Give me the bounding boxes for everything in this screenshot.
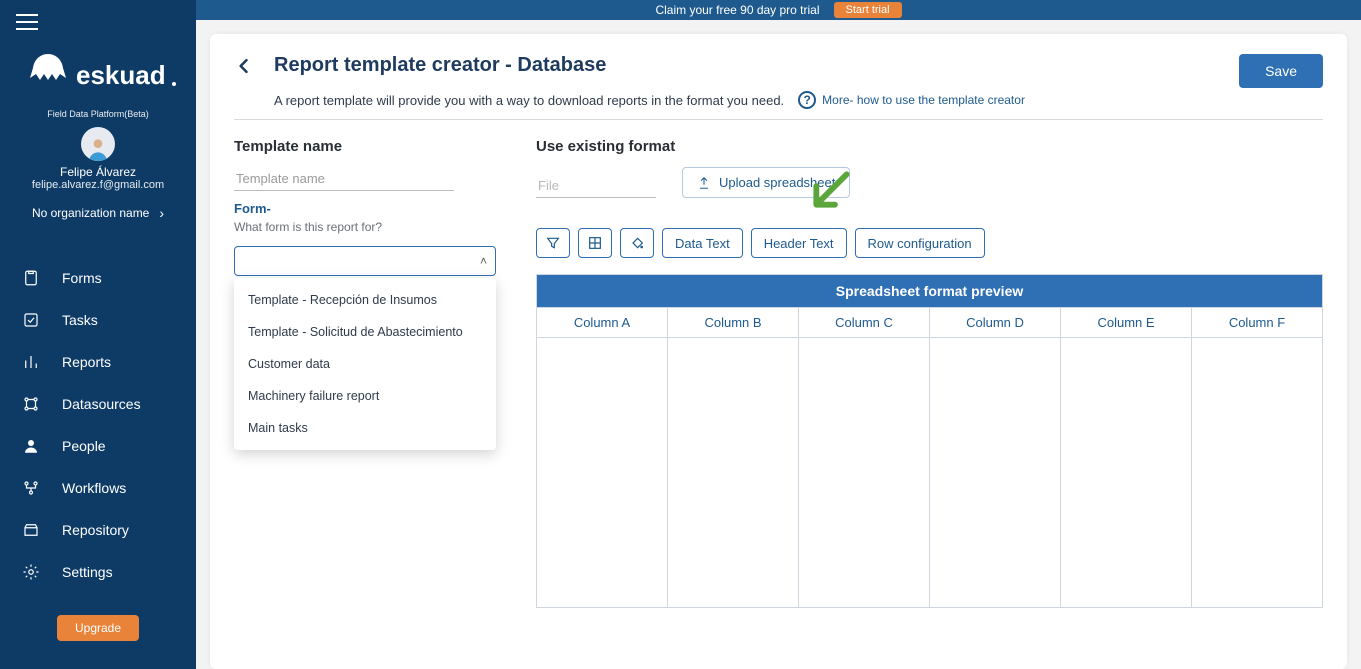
checkbox-icon bbox=[22, 311, 40, 329]
chevron-up-icon: ˄ bbox=[480, 254, 487, 268]
user-name: Felipe Álvarez bbox=[10, 165, 186, 179]
sidebar-item-workflows[interactable]: Workflows bbox=[0, 467, 196, 509]
preview-title: Spreadsheet format preview bbox=[537, 275, 1322, 307]
toolbar: Data Text Header Text Row configuration bbox=[536, 228, 1323, 258]
column-header[interactable]: Column A bbox=[537, 308, 668, 337]
help-link[interactable]: ? More- how to use the template creator bbox=[798, 91, 1025, 109]
combo-option[interactable]: Customer data bbox=[234, 348, 496, 380]
column-header[interactable]: Column C bbox=[799, 308, 930, 337]
sidebar-item-label: Datasources bbox=[62, 396, 141, 412]
sidebar-item-forms[interactable]: Forms bbox=[0, 257, 196, 299]
help-icon: ? bbox=[798, 91, 816, 109]
main: Claim your free 90 day pro trial Start t… bbox=[196, 0, 1361, 669]
logo-icon: eskuad bbox=[18, 46, 178, 106]
paint-bucket-icon bbox=[629, 235, 645, 251]
column-header[interactable]: Column F bbox=[1192, 308, 1322, 337]
filter-icon bbox=[545, 235, 561, 251]
grid-button[interactable] bbox=[578, 228, 612, 258]
menu-icon[interactable] bbox=[16, 14, 38, 30]
template-name-label: Template name bbox=[234, 138, 496, 155]
sidebar: eskuad Field Data Platform(Beta) Felipe … bbox=[0, 0, 196, 669]
org-switcher[interactable]: No organization name › bbox=[10, 205, 186, 221]
form-helper-text: What form is this report for? bbox=[234, 220, 496, 234]
column-header[interactable]: Column E bbox=[1061, 308, 1192, 337]
user-email: felipe.alvarez.f@gmail.com bbox=[10, 179, 186, 191]
data-text-button[interactable]: Data Text bbox=[662, 228, 743, 258]
divider bbox=[234, 119, 1323, 120]
upgrade-button[interactable]: Upgrade bbox=[57, 615, 139, 641]
save-button[interactable]: Save bbox=[1239, 54, 1323, 88]
svg-text:eskuad: eskuad bbox=[76, 60, 166, 90]
filter-button[interactable] bbox=[536, 228, 570, 258]
datasource-icon bbox=[22, 395, 40, 413]
paint-button[interactable] bbox=[620, 228, 654, 258]
sidebar-item-datasources[interactable]: Datasources bbox=[0, 383, 196, 425]
combo-option[interactable]: Main tasks bbox=[234, 412, 496, 444]
bar-chart-icon bbox=[22, 353, 40, 371]
sidebar-item-label: Tasks bbox=[62, 312, 98, 328]
start-trial-button[interactable]: Start trial bbox=[834, 2, 902, 18]
hint-arrow-icon bbox=[800, 165, 856, 226]
back-button[interactable] bbox=[234, 54, 254, 81]
spreadsheet-preview: Spreadsheet format preview Column A Colu… bbox=[536, 274, 1323, 608]
page-subtitle: A report template will provide you with … bbox=[274, 93, 784, 108]
grid-icon bbox=[587, 235, 603, 251]
form-combobox-input[interactable] bbox=[243, 254, 480, 269]
existing-format-label: Use existing format bbox=[536, 138, 1323, 155]
sidebar-item-settings[interactable]: Settings bbox=[0, 551, 196, 593]
column-header[interactable]: Column B bbox=[668, 308, 799, 337]
gear-icon bbox=[22, 563, 40, 581]
combo-option[interactable]: Machinery failure report bbox=[234, 380, 496, 412]
sidebar-item-label: Workflows bbox=[62, 480, 126, 496]
combo-option[interactable]: Template - Solicitud de Abastecimiento bbox=[234, 316, 496, 348]
help-label: More- how to use the template creator bbox=[822, 93, 1025, 107]
brand-block: eskuad Field Data Platform(Beta) Felipe … bbox=[0, 40, 196, 249]
upload-icon bbox=[697, 176, 711, 190]
sidebar-item-label: Repository bbox=[62, 522, 129, 538]
promo-text: Claim your free 90 day pro trial bbox=[655, 3, 819, 17]
column-header[interactable]: Column D bbox=[930, 308, 1061, 337]
row-config-button[interactable]: Row configuration bbox=[855, 228, 985, 258]
sidebar-item-label: Forms bbox=[62, 270, 102, 286]
promo-bar: Claim your free 90 day pro trial Start t… bbox=[196, 0, 1361, 20]
main-nav: Forms Tasks Reports Datasources People W… bbox=[0, 257, 196, 593]
org-name: No organization name bbox=[32, 206, 149, 220]
brand-tagline: Field Data Platform(Beta) bbox=[10, 109, 186, 119]
template-name-input[interactable] bbox=[234, 167, 454, 191]
combo-option[interactable]: Template - Recepción de Insumos bbox=[234, 284, 496, 316]
page-title: Report template creator - Database bbox=[274, 54, 1025, 77]
sidebar-item-reports[interactable]: Reports bbox=[0, 341, 196, 383]
chevron-right-icon: › bbox=[159, 205, 164, 221]
repository-icon bbox=[22, 521, 40, 539]
header-text-button[interactable]: Header Text bbox=[751, 228, 847, 258]
sidebar-item-repository[interactable]: Repository bbox=[0, 509, 196, 551]
person-icon bbox=[22, 437, 40, 455]
clipboard-icon bbox=[22, 269, 40, 287]
workflow-icon bbox=[22, 479, 40, 497]
preview-body bbox=[537, 337, 1322, 607]
form-section-label: Form- bbox=[234, 201, 496, 216]
file-input[interactable]: File bbox=[536, 174, 656, 198]
sidebar-item-label: People bbox=[62, 438, 106, 454]
sidebar-item-tasks[interactable]: Tasks bbox=[0, 299, 196, 341]
avatar[interactable] bbox=[81, 127, 115, 161]
form-combobox[interactable]: ˄ Template - Recepción de Insumos Templa… bbox=[234, 246, 496, 276]
sidebar-item-people[interactable]: People bbox=[0, 425, 196, 467]
sidebar-item-label: Settings bbox=[62, 564, 113, 580]
sidebar-item-label: Reports bbox=[62, 354, 111, 370]
form-combobox-menu: Template - Recepción de Insumos Template… bbox=[234, 278, 496, 450]
